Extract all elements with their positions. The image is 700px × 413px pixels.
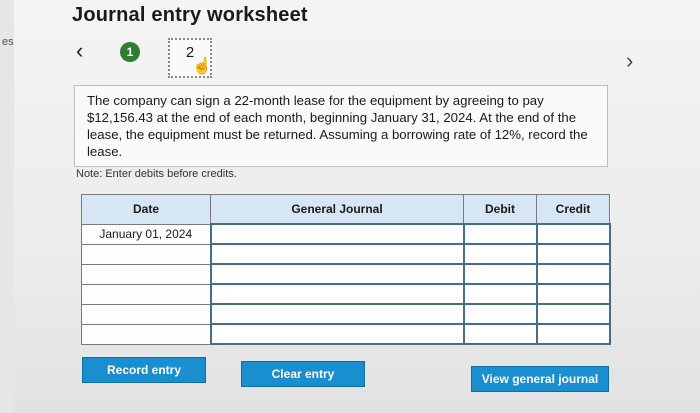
credit-input[interactable] (535, 223, 611, 245)
debit-input[interactable] (462, 303, 538, 325)
record-entry-button[interactable]: Record entry (82, 357, 206, 383)
chevron-right-icon[interactable]: › (626, 48, 633, 74)
credit-input[interactable] (535, 263, 611, 285)
account-input[interactable] (209, 223, 465, 245)
date-cell[interactable] (81, 283, 211, 305)
step-1-indicator[interactable]: 1 (120, 42, 140, 62)
date-cell[interactable] (81, 303, 211, 325)
table-row (81, 323, 611, 345)
account-input[interactable] (209, 263, 465, 285)
table-row: January 01, 2024 (81, 223, 611, 245)
header-date: Date (81, 194, 211, 225)
credit-input[interactable] (535, 323, 611, 345)
date-cell[interactable] (81, 263, 211, 285)
header-credit: Credit (536, 194, 610, 225)
date-cell[interactable] (81, 323, 211, 345)
debit-input[interactable] (462, 263, 538, 285)
problem-statement: The company can sign a 22-month lease fo… (74, 85, 608, 167)
hand-pointer-icon: ☝ (192, 58, 212, 75)
credit-input[interactable] (535, 283, 611, 305)
header-general-journal: General Journal (210, 194, 464, 225)
table-row (81, 263, 611, 285)
date-cell[interactable]: January 01, 2024 (81, 223, 211, 245)
clear-entry-button[interactable]: Clear entry (241, 361, 365, 387)
page-title: Journal entry worksheet (72, 4, 308, 26)
journal-table: Date General Journal Debit Credit Januar… (81, 194, 611, 345)
account-input[interactable] (209, 323, 465, 345)
date-cell[interactable] (81, 243, 211, 265)
chevron-left-icon[interactable]: ‹ (76, 38, 83, 64)
side-fragment-text: es (2, 36, 14, 48)
debit-input[interactable] (462, 243, 538, 265)
instruction-note: Note: Enter debits before credits. (76, 168, 237, 180)
account-input[interactable] (209, 303, 465, 325)
debit-input[interactable] (462, 283, 538, 305)
account-input[interactable] (209, 283, 465, 305)
account-input[interactable] (209, 243, 465, 265)
table-row (81, 303, 611, 325)
view-general-journal-button[interactable]: View general journal (471, 366, 609, 392)
debit-input[interactable] (462, 223, 538, 245)
left-edge-strip: es (0, 0, 14, 413)
header-debit: Debit (463, 194, 537, 225)
table-row (81, 243, 611, 265)
credit-input[interactable] (535, 303, 611, 325)
credit-input[interactable] (535, 243, 611, 265)
table-row (81, 283, 611, 305)
debit-input[interactable] (462, 323, 538, 345)
